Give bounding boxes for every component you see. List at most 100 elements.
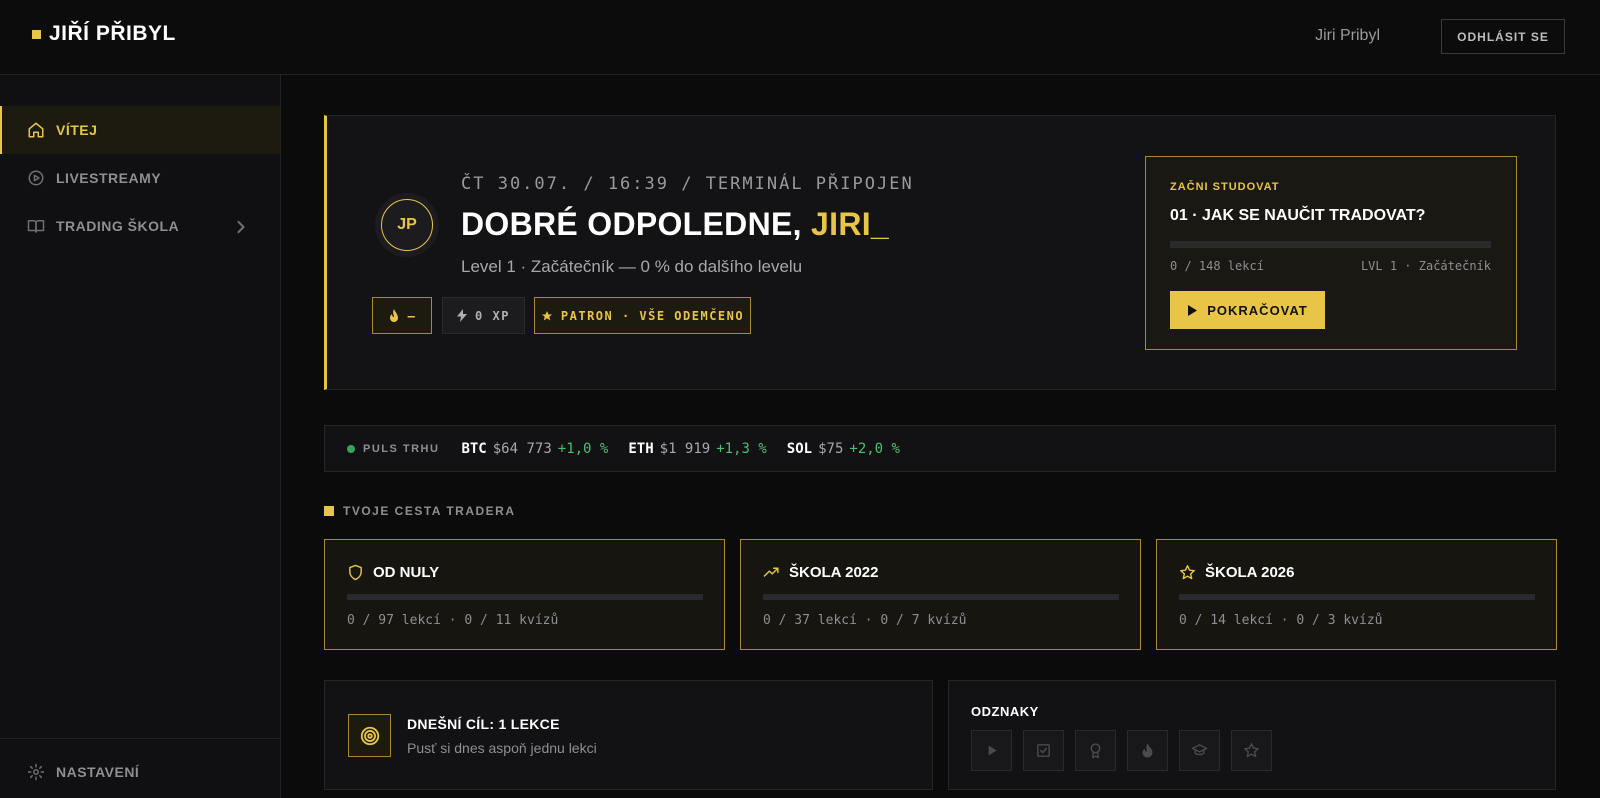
badge-play[interactable]: [971, 730, 1012, 771]
market-pulse-label: PULS TRHU: [363, 442, 440, 455]
avatar[interactable]: JP: [375, 193, 439, 257]
xp-value: 0 XP: [475, 308, 510, 323]
patron-label: PATRON · VŠE ODEMČENO: [560, 308, 745, 323]
logout-button[interactable]: ODHLÁSIT SE: [1441, 19, 1565, 54]
ticker-price: $64 773: [492, 440, 552, 457]
award-icon: [1090, 743, 1101, 759]
study-course-title[interactable]: 01 · JAK SE NAUČIT TRADOVAT?: [1170, 207, 1425, 225]
play-icon: [988, 745, 997, 756]
sidebar-settings-label: NASTAVENÍ: [56, 764, 140, 780]
xp-badge: 0 XP: [442, 297, 525, 334]
ticker-symbol: ETH: [628, 440, 654, 457]
sidebar-item-label: VÍTEJ: [56, 122, 98, 138]
streak-badge: —: [372, 297, 432, 334]
gear-icon: [27, 763, 45, 781]
greeting-prefix: DOBRÉ ODPOLEDNE,: [461, 206, 812, 242]
study-label: ZAČNI STUDOVAT: [1170, 181, 1280, 193]
journey-heading: TVOJE CESTA TRADERA: [324, 504, 516, 518]
study-level: LVL 1 · Začátečník: [1360, 259, 1491, 273]
ticker-price: $1 919: [659, 440, 711, 457]
badges-title: ODZNAKY: [971, 704, 1039, 719]
ticker-symbol: BTC: [461, 440, 487, 457]
ticker-change: +2,0 %: [849, 440, 900, 457]
star-icon: [1180, 565, 1195, 580]
flame-icon: [1142, 743, 1153, 758]
goal-title: DNEŠNÍ CÍL: 1 LEKCE: [407, 716, 560, 732]
ticker-change: +1,0 %: [557, 440, 609, 457]
avatar-initials: JP: [381, 199, 433, 251]
checkbox-icon: [1037, 744, 1050, 757]
sidebar-item-vitej[interactable]: VÍTEJ: [0, 106, 280, 154]
ticker-change: +1,3 %: [716, 440, 767, 457]
course-progress-bar: [763, 594, 1119, 600]
course-card-od-nuly[interactable]: OD NULY 0 / 97 lekcí · 0 / 11 kvízů: [324, 539, 725, 650]
goal-subtitle: Pusť si dnes aspoň jednu lekci: [407, 740, 597, 756]
market-pulse-bar: PULS TRHU BTC $64 773 +1,0 % ETH $1 919 +1,3…: [324, 425, 1556, 472]
star-icon: [1244, 743, 1259, 758]
badge-checkbox[interactable]: [1023, 730, 1064, 771]
welcome-panel: JP ČT 30.07. / 16:39 / TERMINÁL PŘIPOJEN…: [324, 115, 1556, 390]
badge-award[interactable]: [1075, 730, 1116, 771]
greeting-name: JIRI_: [811, 206, 890, 242]
logo-text: JIŘÍ PŘIBYL: [49, 22, 176, 45]
course-title-row: ŠKOLA 2026: [1179, 564, 1294, 581]
section-square-icon: [324, 506, 334, 516]
trending-up-icon: [763, 567, 779, 577]
sidebar-item-trading-skola[interactable]: TRADING ŠKOLA: [0, 202, 280, 250]
chevron-right-icon: [237, 220, 245, 234]
book-icon: [27, 220, 45, 233]
course-title: OD NULY: [373, 564, 440, 581]
course-title: ŠKOLA 2022: [789, 564, 879, 581]
course-progress-bar: [347, 594, 703, 600]
badge-flame[interactable]: [1127, 730, 1168, 771]
play-icon: [1188, 304, 1198, 316]
ticker-price: $75: [818, 440, 844, 457]
live-dot-icon: [347, 444, 355, 453]
ticker-sol: SOL $75 +2,0 %: [787, 441, 900, 457]
sidebar-item-nastaveni[interactable]: NASTAVENÍ: [0, 748, 280, 796]
course-progress-bar: [1179, 594, 1535, 600]
start-studying-card: ZAČNI STUDOVAT 01 · JAK SE NAUČIT TRADOV…: [1145, 156, 1517, 350]
star-icon: [541, 310, 552, 320]
course-title-row: ŠKOLA 2022: [763, 564, 878, 581]
level-status: Level 1 · Začátečník — 0 % do dalšího le…: [461, 257, 803, 276]
top-bar: JIŘÍ PŘIBYL Jiri Pribyl ODHLÁSIT SE: [0, 0, 1600, 75]
sidebar-divider: [0, 738, 280, 739]
continue-button-label: POKRAČOVAT: [1207, 302, 1308, 318]
patron-badge: PATRON · VŠE ODEMČENO: [534, 297, 751, 334]
journey-title: TVOJE CESTA TRADERA: [343, 504, 516, 518]
target-icon: [348, 714, 391, 757]
continue-button[interactable]: POKRAČOVAT: [1170, 291, 1325, 329]
course-meta: 0 / 14 lekcí · 0 / 3 kvízů: [1179, 613, 1383, 628]
sidebar-item-label: TRADING ŠKOLA: [56, 218, 180, 234]
ticker-btc: BTC $64 773 +1,0 %: [461, 441, 608, 457]
graduation-cap-icon: [1191, 744, 1208, 756]
flame-icon: [389, 308, 398, 322]
logo[interactable]: JIŘÍ PŘIBYL: [32, 22, 176, 46]
course-title-row: OD NULY: [347, 564, 439, 581]
badges-card: ODZNAKY: [948, 680, 1556, 790]
terminal-datetime: ČT 30.07. / 16:39 / TERMINÁL PŘIPOJEN: [461, 174, 914, 194]
streak-value: —: [407, 308, 417, 323]
sidebar-item-livestreamy[interactable]: LIVESTREAMY: [0, 154, 280, 202]
course-title: ŠKOLA 2026: [1205, 564, 1295, 581]
daily-goal-card: DNEŠNÍ CÍL: 1 LEKCE Pusť si dnes aspoň j…: [324, 680, 933, 790]
user-name: Jiri Pribyl: [1315, 27, 1380, 44]
badge-graduation[interactable]: [1179, 730, 1220, 771]
badge-star[interactable]: [1231, 730, 1272, 771]
sidebar-item-label: LIVESTREAMY: [56, 170, 162, 186]
course-meta: 0 / 37 lekcí · 0 / 7 kvízů: [763, 613, 967, 628]
course-card-skola-2026[interactable]: ŠKOLA 2026 0 / 14 lekcí · 0 / 3 kvízů: [1156, 539, 1557, 650]
ticker-symbol: SOL: [786, 440, 813, 457]
ticker-eth: ETH $1 919 +1,3 %: [628, 441, 766, 457]
study-lesson-count: 0 / 148 lekcí: [1170, 259, 1264, 273]
play-circle-icon: [28, 170, 44, 186]
logo-square-icon: [32, 29, 41, 39]
sidebar: VÍTEJ LIVESTREAMY TRADING ŠKOLA NASTAVEN…: [0, 75, 281, 798]
greeting: DOBRÉ ODPOLEDNE, JIRI_: [461, 206, 889, 243]
course-meta: 0 / 97 lekcí · 0 / 11 kvízů: [347, 613, 559, 628]
course-card-skola-2022[interactable]: ŠKOLA 2022 0 / 37 lekcí · 0 / 7 kvízů: [740, 539, 1141, 650]
lightning-icon: [457, 309, 468, 322]
home-icon: [28, 122, 44, 138]
shield-icon: [349, 564, 362, 581]
